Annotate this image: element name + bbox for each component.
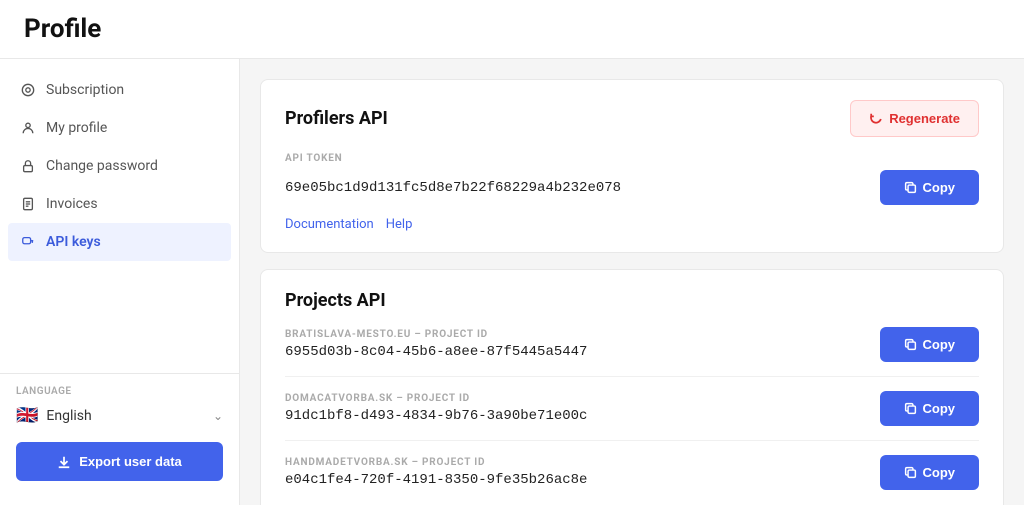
language-label: LANGUAGE (16, 386, 223, 397)
profilers-api-card: Profilers API Regenerate API TOKEN 69e05… (260, 79, 1004, 253)
user-icon (20, 120, 36, 136)
project-id-handmadetvorba: e04c1fe4-720f-4191-8350-9fe35b26ac8e (285, 472, 587, 488)
sidebar-item-change-password[interactable]: Change password (0, 147, 239, 185)
regenerate-button[interactable]: Regenerate (850, 100, 979, 137)
sidebar-item-my-profile[interactable]: My profile (0, 109, 239, 147)
projects-api-header: Projects API (285, 290, 979, 311)
sidebar: Subscription My profile (0, 59, 240, 505)
documentation-link[interactable]: Documentation (285, 217, 374, 232)
api-token-label: API TOKEN (285, 153, 979, 164)
chevron-down-icon: ⌄ (213, 409, 223, 423)
project-info-domacatvorba: DOMACATVORBA.SK – PROJECT ID 91dc1bf8-d4… (285, 393, 587, 424)
project-info-handmadetvorba: HANDMADETVORBA.SK – PROJECT ID e04c1fe4-… (285, 457, 587, 488)
sidebar-item-api-keys[interactable]: API keys (8, 223, 231, 261)
table-row: HANDMADETVORBA.SK – PROJECT ID e04c1fe4-… (285, 440, 979, 504)
project-id-domacatvorba: 91dc1bf8-d493-4834-9b76-3a90be71e00c (285, 408, 587, 424)
help-link[interactable]: Help (386, 217, 413, 232)
profilers-copy-button[interactable]: Copy (880, 170, 980, 205)
copy-button-handmadetvorba[interactable]: Copy (880, 455, 980, 490)
main-content: Profilers API Regenerate API TOKEN 69e05… (240, 59, 1024, 505)
api-token-value: 69e05bc1d9d131fc5d8e7b22f68229a4b232e078 (285, 180, 880, 196)
sidebar-item-subscription[interactable]: Subscription (0, 71, 239, 109)
sidebar-nav: Subscription My profile (0, 71, 239, 373)
project-info-bratislava: BRATISLAVA-MESTO.EU – PROJECT ID 6955d03… (285, 329, 587, 360)
copy-icon (904, 466, 917, 479)
copy-icon (904, 181, 917, 194)
projects-api-title: Projects API (285, 290, 386, 311)
regenerate-label: Regenerate (889, 111, 960, 126)
profilers-api-header: Profilers API Regenerate (285, 100, 979, 137)
language-text: English (46, 408, 205, 424)
copy-button-domacatvorba[interactable]: Copy (880, 391, 980, 426)
copy-icon (904, 402, 917, 415)
project-rows: BRATISLAVA-MESTO.EU – PROJECT ID 6955d03… (285, 327, 979, 504)
subscription-icon (20, 82, 36, 98)
sidebar-item-label-subscription: Subscription (46, 82, 124, 98)
copy-label-handmadetvorba: Copy (923, 465, 956, 480)
profilers-copy-label: Copy (923, 180, 956, 195)
key-icon (20, 234, 36, 250)
table-row: DOMACATVORBA.SK – PROJECT ID 91dc1bf8-d4… (285, 376, 979, 440)
sidebar-item-label-change-password: Change password (46, 158, 158, 174)
api-token-section: API TOKEN 69e05bc1d9d131fc5d8e7b22f68229… (285, 153, 979, 205)
copy-label-bratislava: Copy (923, 337, 956, 352)
export-user-data-button[interactable]: Export user data (16, 442, 223, 481)
regenerate-icon (869, 112, 883, 126)
sidebar-item-invoices[interactable]: Invoices (0, 185, 239, 223)
flag-icon: 🇬🇧 (16, 405, 38, 426)
sidebar-item-label-api-keys: API keys (46, 234, 101, 250)
sidebar-bottom: LANGUAGE 🇬🇧 English ⌄ Export user data (0, 373, 239, 493)
sidebar-item-label-invoices: Invoices (46, 196, 98, 212)
sidebar-item-label-my-profile: My profile (46, 120, 107, 136)
language-selector[interactable]: 🇬🇧 English ⌄ (16, 401, 223, 430)
file-icon (20, 196, 36, 212)
project-label-handmadetvorba: HANDMADETVORBA.SK – PROJECT ID (285, 457, 587, 468)
copy-button-bratislava[interactable]: Copy (880, 327, 980, 362)
export-button-label: Export user data (79, 454, 182, 469)
copy-label-domacatvorba: Copy (923, 401, 956, 416)
project-id-bratislava: 6955d03b-8c04-45b6-a8ee-87f5445a5447 (285, 344, 587, 360)
lock-icon (20, 158, 36, 174)
projects-api-card: Projects API BRATISLAVA-MESTO.EU – PROJE… (260, 269, 1004, 505)
api-token-row: 69e05bc1d9d131fc5d8e7b22f68229a4b232e078… (285, 170, 979, 205)
profilers-api-title: Profilers API (285, 108, 388, 129)
api-links: Documentation Help (285, 217, 979, 232)
table-row: BRATISLAVA-MESTO.EU – PROJECT ID 6955d03… (285, 327, 979, 376)
project-label-bratislava: BRATISLAVA-MESTO.EU – PROJECT ID (285, 329, 587, 340)
page-title: Profile (24, 14, 1000, 44)
download-icon (57, 455, 71, 469)
copy-icon (904, 338, 917, 351)
project-label-domacatvorba: DOMACATVORBA.SK – PROJECT ID (285, 393, 587, 404)
